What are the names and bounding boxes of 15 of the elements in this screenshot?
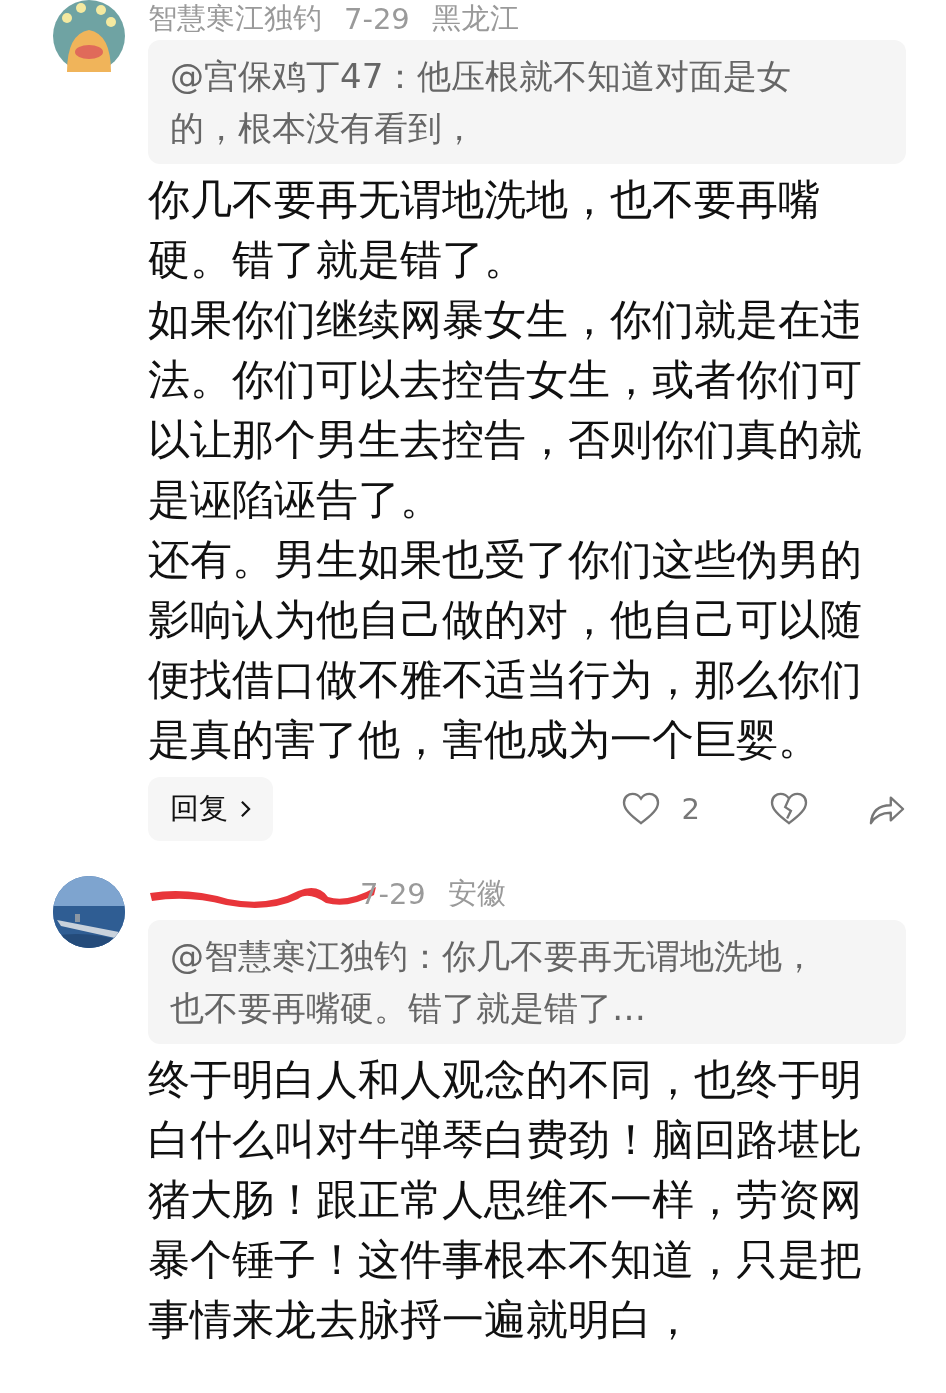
comment-text: 你几不要再无谓地洗地，也不要再嘴硬。错了就是错了。	[148, 174, 821, 286]
broken-heart-icon[interactable]	[770, 792, 808, 826]
comment-date: 7-29	[344, 2, 410, 36]
comment-location: 安徽	[447, 875, 506, 912]
comment-text: 还有。男生如果也受了你们这些伪男的影响认为他自己做的对，他自己可以随便找借口做不雅不适当行为，那么你们是真的害了他，害他成为一个巨婴。	[148, 534, 863, 766]
comment-location: 黑龙江	[431, 0, 519, 37]
comment-date: 7-29	[360, 877, 426, 911]
quoted-comment: @智慧寒江独钓：你几不要再无谓地洗地，也不要再嘴硬。错了就是错了…	[148, 920, 906, 1044]
comment-text: 终于明白人和人观念的不同，也终于明白什么叫对牛弹琴白费劲！脑回路堪比猪大肠！跟正常人思维不一样，劳资网暴个锤子！这件事根本不知道，只是把事情来龙去脉捋一遍就明白，	[148, 1054, 863, 1346]
chevron-icon	[240, 800, 251, 818]
reply-button[interactable]: 回复	[148, 777, 273, 841]
heart-icon[interactable]	[621, 792, 660, 826]
quoted-comment: @宫保鸡丁47：他压根就不知道对面是女的，根本没有看到，	[148, 40, 906, 164]
comment-text: 如果你们继续网暴女生，你们就是在违法。你们可以去控告女生，或者你们可以让那个男生去控告，否则你们真的就是诬陷诬告了。	[148, 294, 863, 526]
like-count: 2	[681, 792, 700, 826]
